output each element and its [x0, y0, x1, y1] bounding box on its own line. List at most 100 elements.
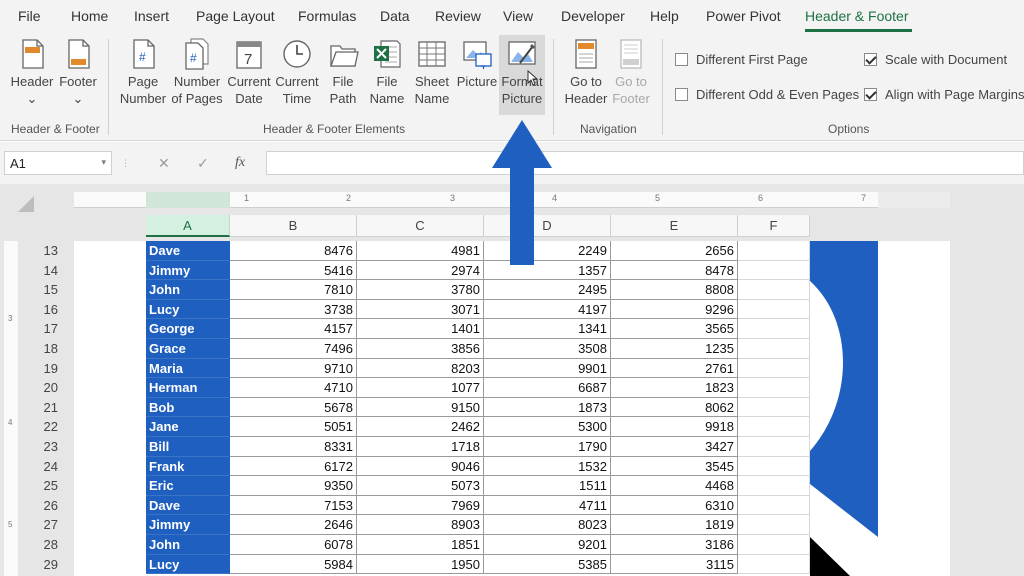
cell-empty[interactable]: [738, 299, 810, 320]
cell-value[interactable]: 9296: [611, 299, 738, 320]
cell-value[interactable]: 5984: [230, 554, 357, 575]
cell-value[interactable]: 9918: [611, 417, 738, 437]
option-different-odd-even-pages[interactable]: Different Odd & Even Pages: [675, 87, 859, 102]
column-header-b[interactable]: B: [230, 215, 357, 237]
cell-empty[interactable]: [738, 358, 810, 379]
row-header[interactable]: 19: [30, 359, 60, 379]
cell-name[interactable]: Grace: [146, 339, 230, 359]
cell-value[interactable]: 3565: [611, 319, 738, 339]
tab-header-footer[interactable]: Header & Footer: [805, 8, 909, 24]
tab-power-pivot[interactable]: Power Pivot: [706, 8, 781, 24]
row-header[interactable]: 27: [30, 515, 60, 535]
cell-value[interactable]: 6310: [611, 495, 738, 516]
cell-value[interactable]: 4468: [611, 476, 738, 496]
cell-name[interactable]: Eric: [146, 476, 230, 496]
cell-value[interactable]: 3186: [611, 535, 738, 555]
cell-value[interactable]: 3780: [357, 280, 484, 300]
file-path-button[interactable]: File Path: [322, 37, 364, 107]
row-header[interactable]: 23: [30, 437, 60, 457]
checkbox[interactable]: [675, 88, 688, 101]
checkbox[interactable]: [675, 53, 688, 66]
cell-empty[interactable]: [738, 495, 810, 516]
cell-name[interactable]: Dave: [146, 241, 230, 261]
cell-value[interactable]: 5678: [230, 397, 357, 418]
cell-value[interactable]: 9046: [357, 456, 484, 477]
picture-button[interactable]: Picture: [456, 37, 498, 90]
cell-value[interactable]: 5073: [357, 476, 484, 496]
cell-value[interactable]: 2462: [357, 417, 484, 437]
dropdown-arrow-icon[interactable]: ▾: [101, 157, 106, 168]
cell-value[interactable]: 4710: [230, 378, 357, 398]
file-name-button[interactable]: File Name: [366, 37, 408, 107]
cell-value[interactable]: 8023: [484, 515, 611, 535]
cell-value[interactable]: 3115: [611, 554, 738, 575]
row-header[interactable]: 29: [30, 555, 60, 575]
cell-value[interactable]: 8808: [611, 280, 738, 300]
cell-value[interactable]: 5051: [230, 417, 357, 437]
cell-value[interactable]: 3427: [611, 437, 738, 457]
cell-name[interactable]: Jimmy: [146, 260, 230, 281]
cell-name[interactable]: Herman: [146, 378, 230, 398]
current-time-button[interactable]: Current Time: [274, 37, 320, 107]
cell-value[interactable]: 3738: [230, 299, 357, 320]
cell-value[interactable]: 2761: [611, 358, 738, 379]
cell-empty[interactable]: [738, 437, 810, 457]
cell-value[interactable]: 6687: [484, 378, 611, 398]
cell-value[interactable]: 2656: [611, 241, 738, 261]
cell-value[interactable]: 2495: [484, 280, 611, 300]
cell-value[interactable]: 1511: [484, 476, 611, 496]
cell-value[interactable]: 2974: [357, 260, 484, 281]
cell-value[interactable]: 5416: [230, 260, 357, 281]
enter-icon[interactable]: ✓: [197, 155, 209, 172]
row-header[interactable]: 17: [30, 319, 60, 339]
cell-value[interactable]: 9150: [357, 397, 484, 418]
column-header-c[interactable]: C: [357, 215, 484, 237]
tab-review[interactable]: Review: [435, 8, 481, 24]
cell-value[interactable]: 1235: [611, 339, 738, 359]
cell-value[interactable]: 1341: [484, 319, 611, 339]
cell-name[interactable]: Maria: [146, 358, 230, 379]
cell-name[interactable]: John: [146, 280, 230, 300]
cell-empty[interactable]: [738, 515, 810, 535]
cell-value[interactable]: 1819: [611, 515, 738, 535]
cell-empty[interactable]: [738, 260, 810, 281]
cancel-icon[interactable]: ✕: [158, 155, 170, 172]
cell-value[interactable]: 3071: [357, 299, 484, 320]
row-header[interactable]: 24: [30, 457, 60, 477]
header-button[interactable]: Header ⌄: [8, 37, 56, 107]
cell-value[interactable]: 9201: [484, 535, 611, 555]
column-header-a[interactable]: A: [146, 215, 230, 237]
tab-file[interactable]: File: [18, 8, 41, 24]
cell-value[interactable]: 6078: [230, 535, 357, 555]
tab-home[interactable]: Home: [71, 8, 108, 24]
cell-value[interactable]: 7153: [230, 495, 357, 516]
cell-empty[interactable]: [738, 397, 810, 418]
sheet-name-button[interactable]: Sheet Name: [410, 37, 454, 107]
cell-name[interactable]: John: [146, 535, 230, 555]
cell-value[interactable]: 8331: [230, 437, 357, 457]
cell-name[interactable]: Jane: [146, 417, 230, 437]
cell-empty[interactable]: [738, 417, 810, 437]
cell-value[interactable]: 1790: [484, 437, 611, 457]
go-to-header-button[interactable]: Go to Header: [562, 37, 610, 107]
tab-formulas[interactable]: Formulas: [298, 8, 356, 24]
tab-developer[interactable]: Developer: [561, 8, 625, 24]
row-header[interactable]: 13: [30, 241, 60, 261]
column-header-e[interactable]: E: [611, 215, 738, 237]
row-header[interactable]: 16: [30, 300, 60, 320]
cell-value[interactable]: 1532: [484, 456, 611, 477]
cell-value[interactable]: 1950: [357, 554, 484, 575]
cell-value[interactable]: 1401: [357, 319, 484, 339]
row-header[interactable]: 20: [30, 378, 60, 398]
cell-value[interactable]: 9350: [230, 476, 357, 496]
cell-name[interactable]: Lucy: [146, 554, 230, 575]
tab-data[interactable]: Data: [380, 8, 410, 24]
cell-empty[interactable]: [738, 319, 810, 339]
row-header[interactable]: 18: [30, 339, 60, 359]
cell-empty[interactable]: [738, 476, 810, 496]
current-date-button[interactable]: 7 Current Date: [226, 37, 272, 107]
cell-value[interactable]: 1873: [484, 397, 611, 418]
cell-value[interactable]: 4711: [484, 495, 611, 516]
cell-value[interactable]: 1718: [357, 437, 484, 457]
row-header[interactable]: 15: [30, 280, 60, 300]
